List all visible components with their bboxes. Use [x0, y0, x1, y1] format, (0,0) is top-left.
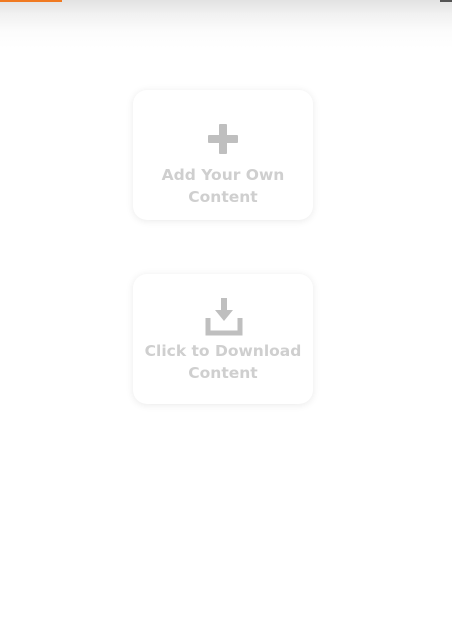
add-content-label: Add Your Own Content: [161, 166, 285, 206]
download-icon: [205, 296, 243, 336]
corner-indicator: [440, 0, 452, 2]
top-header-bar: [0, 0, 452, 48]
active-tab-indicator: [0, 0, 62, 2]
download-content-label: Click to Download Content: [144, 342, 302, 382]
add-your-own-content-card[interactable]: Add Your Own Content: [133, 90, 313, 220]
plus-icon: [205, 122, 241, 156]
click-to-download-content-card[interactable]: Click to Download Content: [133, 274, 313, 404]
